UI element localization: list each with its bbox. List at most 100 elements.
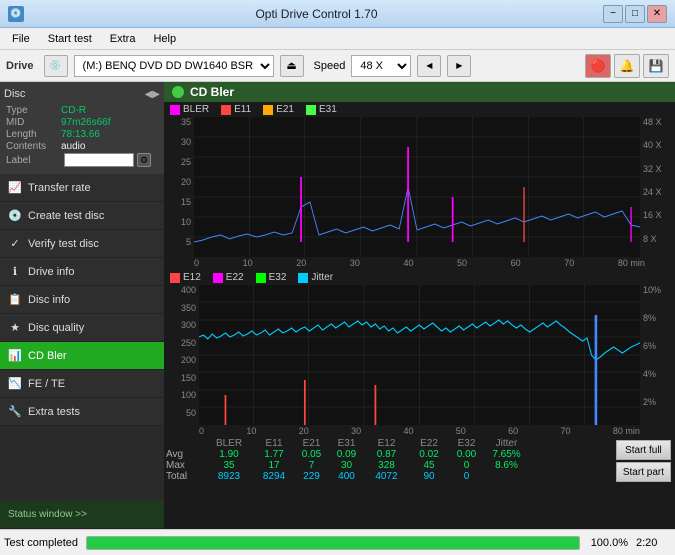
extra-tests-icon: 🔧 — [8, 405, 22, 419]
menu-help[interactable]: Help — [145, 31, 184, 47]
e21-label: E21 — [276, 104, 294, 115]
avg-label: Avg — [166, 449, 204, 460]
bottom-chart-area: 40035030025020015010050 — [164, 285, 675, 425]
speed-right-button[interactable]: ▶ — [447, 55, 471, 77]
label-label: Label — [6, 155, 61, 166]
legend-jitter: Jitter — [298, 272, 333, 283]
sidebar-item-disc-quality[interactable]: ★ Disc quality — [0, 314, 164, 342]
bottom-chart-canvas — [199, 285, 640, 425]
disc-arrows[interactable]: ◀▶ — [145, 89, 160, 100]
legend-e11: E11 — [221, 104, 251, 115]
col-e12: E12 — [364, 438, 409, 449]
disc-label-row: Label ⚙ — [6, 153, 158, 167]
menu-extra[interactable]: Extra — [102, 31, 144, 47]
max-e31: 30 — [329, 460, 364, 471]
content-area: CD Bler BLER E11 E21 E31 — [164, 82, 675, 529]
stats-table: BLER E11 E21 E31 E12 E22 E32 Jitter Avg … — [166, 438, 614, 484]
chart-header-icon — [172, 86, 184, 98]
sidebar-label-disc-quality: Disc quality — [28, 322, 84, 334]
max-jitter: 8.6% — [484, 460, 529, 471]
top-chart-svg — [194, 117, 640, 257]
maximize-button[interactable]: □ — [625, 5, 645, 23]
fe-te-icon: 📉 — [8, 377, 22, 391]
jitter-label: Jitter — [311, 272, 333, 283]
sidebar-item-create-test-disc[interactable]: 💿 Create test disc — [0, 202, 164, 230]
speed-left-button[interactable]: ◀ — [417, 55, 441, 77]
top-chart-canvas — [194, 117, 640, 257]
avg-e11: 1.77 — [254, 449, 294, 460]
legend-e12: E12 — [170, 272, 201, 283]
menubar: File Start test Extra Help — [0, 28, 675, 50]
legend-e32: E32 — [256, 272, 287, 283]
label-gear-button[interactable]: ⚙ — [137, 153, 151, 167]
chart-title: CD Bler — [190, 85, 234, 99]
disc-mid-row: MID 97m26s66f — [6, 117, 158, 128]
label-input[interactable] — [64, 153, 134, 167]
total-jitter — [484, 471, 529, 482]
menu-start-test[interactable]: Start test — [40, 31, 100, 47]
bottom-chart-svg — [199, 285, 640, 425]
disc-type-row: Type CD-R — [6, 105, 158, 116]
bottom-y-axis-left: 40035030025020015010050 — [164, 285, 199, 425]
app-icon: 💿 — [8, 6, 24, 22]
drive-icon: 💿 — [44, 55, 68, 77]
top-y-axis-right: 48 X40 X32 X24 X16 X8 X — [640, 117, 675, 257]
action-icon-2[interactable]: 🔔 — [614, 54, 640, 78]
progress-pct: 100.0% — [588, 537, 628, 549]
sidebar-label-disc-info: Disc info — [28, 294, 70, 306]
save-icon[interactable]: 💾 — [643, 54, 669, 78]
eject-button[interactable]: ⏏ — [280, 55, 304, 77]
avg-jitter: 7.65% — [484, 449, 529, 460]
contents-value: audio — [61, 141, 85, 152]
col-e11: E11 — [254, 438, 294, 449]
sidebar-item-transfer-rate[interactable]: 📈 Transfer rate — [0, 174, 164, 202]
top-y-axis-left: 3530252015105 — [164, 117, 194, 257]
action-icon-1[interactable]: 🔴 — [585, 54, 611, 78]
sidebar-item-verify-test-disc[interactable]: ✓ Verify test disc — [0, 230, 164, 258]
mid-value: 97m26s66f — [61, 117, 110, 128]
total-e31: 400 — [329, 471, 364, 482]
col-bler: BLER — [204, 438, 254, 449]
max-e21: 7 — [294, 460, 329, 471]
sidebar-label-fe-te: FE / TE — [28, 378, 65, 390]
titlebar: 💿 Opti Drive Control 1.70 − □ ✕ — [0, 0, 675, 28]
legend-e31: E31 — [306, 104, 337, 115]
col-e21: E21 — [294, 438, 329, 449]
length-label: Length — [6, 129, 61, 140]
sidebar-item-drive-info[interactable]: ℹ Drive info — [0, 258, 164, 286]
avg-e32: 0.00 — [449, 449, 484, 460]
action-icons: 🔴 🔔 💾 — [585, 54, 669, 78]
sidebar-item-fe-te[interactable]: 📉 FE / TE — [0, 370, 164, 398]
sidebar-item-extra-tests[interactable]: 🔧 Extra tests — [0, 398, 164, 426]
jitter-color — [298, 273, 308, 283]
close-button[interactable]: ✕ — [647, 5, 667, 23]
menu-file[interactable]: File — [4, 31, 38, 47]
disc-header: Disc ◀▶ — [4, 86, 160, 102]
length-value: 78:13.66 — [61, 129, 100, 140]
sidebar-item-disc-info[interactable]: 📋 Disc info — [0, 286, 164, 314]
speed-label: Speed — [314, 60, 346, 72]
top-chart-area: 3530252015105 — [164, 117, 675, 257]
sidebar-item-cd-bler[interactable]: 📊 CD Bler — [0, 342, 164, 370]
speed-select[interactable]: 48 X — [351, 55, 411, 77]
legend-e21: E21 — [263, 104, 294, 115]
contents-label: Contents — [6, 141, 61, 152]
col-e32: E32 — [449, 438, 484, 449]
total-e21: 229 — [294, 471, 329, 482]
status-text: Test completed — [4, 537, 78, 549]
legend-e22: E22 — [213, 272, 244, 283]
e21-color — [263, 105, 273, 115]
cd-bler-icon: 📊 — [8, 349, 22, 363]
start-part-button[interactable]: Start part — [616, 462, 671, 482]
e12-color — [170, 273, 180, 283]
drive-select[interactable]: (M:) BENQ DVD DD DW1640 BSRB — [74, 55, 274, 77]
sidebar-item-status-window[interactable]: Status window >> — [0, 501, 164, 529]
verify-test-disc-icon: ✓ — [8, 237, 22, 251]
avg-e12: 0.87 — [364, 449, 409, 460]
start-full-button[interactable]: Start full — [616, 440, 671, 460]
e11-label: E11 — [234, 104, 251, 115]
minimize-button[interactable]: − — [603, 5, 623, 23]
bottom-y-axis-right: 10%8%6%4%2% — [640, 285, 675, 425]
drive-info-icon: ℹ — [8, 265, 22, 279]
total-bler: 8923 — [204, 471, 254, 482]
